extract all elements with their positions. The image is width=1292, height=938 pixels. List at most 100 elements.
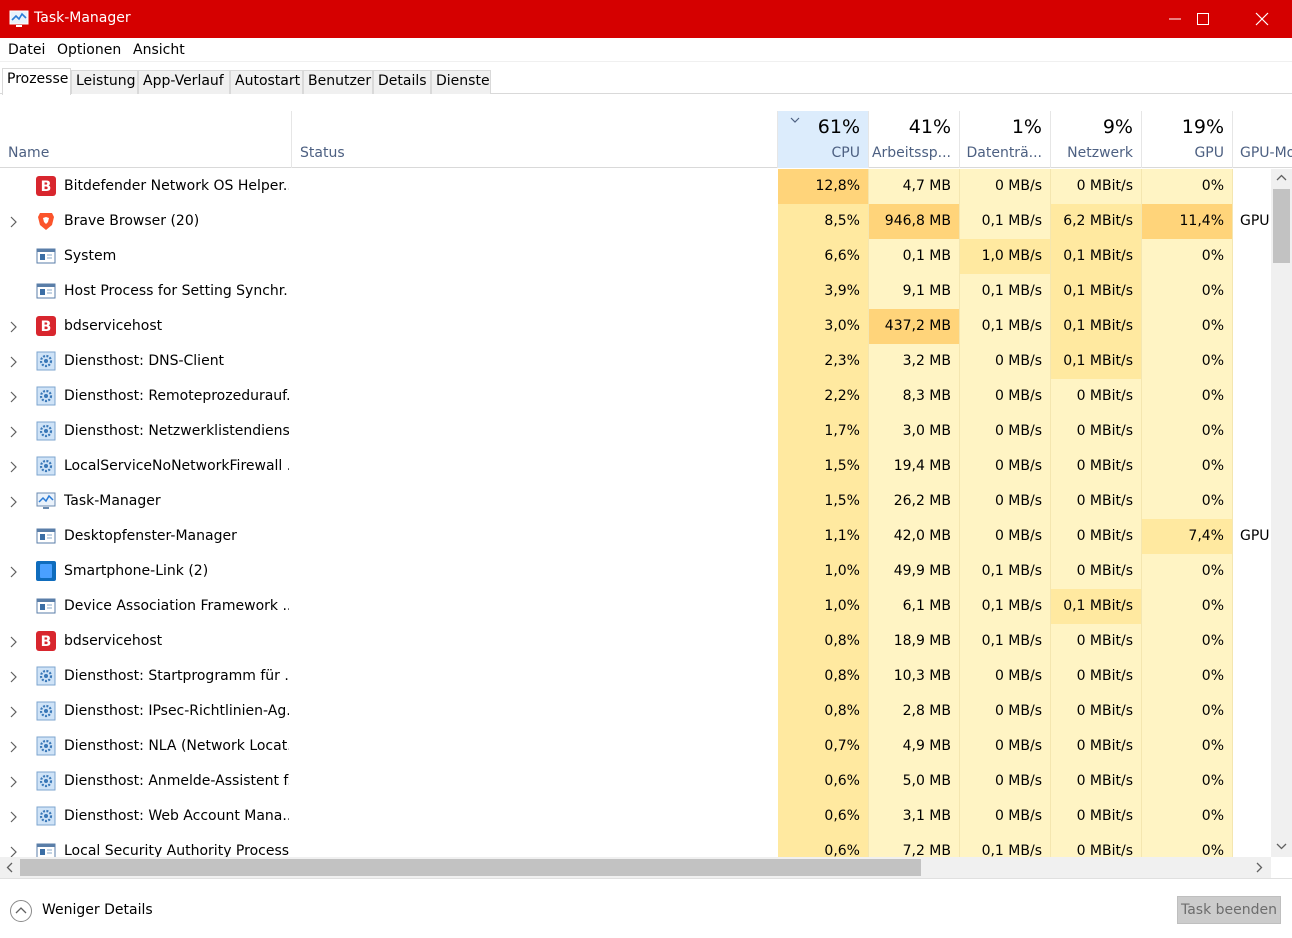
process-disk: 1,0 MB/s — [960, 239, 1051, 274]
process-row[interactable]: Diensthost: Web Account Mana... 0,6% 3,1 M… — [0, 799, 1270, 834]
title-bar: Task-Manager — [0, 0, 1292, 38]
column-status[interactable]: Status — [292, 111, 778, 168]
vertical-scroll-thumb[interactable] — [1273, 189, 1290, 263]
expand-chevron-icon[interactable] — [9, 636, 17, 648]
process-gpu: 0% — [1142, 624, 1233, 659]
process-gpu: 0% — [1142, 169, 1233, 204]
column-disk[interactable]: 1% Datenträ... — [960, 111, 1051, 168]
process-row[interactable]: Diensthost: NLA (Network Locat... 0,7% 4,9… — [0, 729, 1270, 764]
process-disk: 0 MB/s — [960, 799, 1051, 834]
process-row[interactable]: Diensthost: Remoteprozedurauf... 2,2% 8,3 … — [0, 379, 1270, 414]
process-gpu-engine — [1240, 659, 1270, 694]
process-disk: 0 MB/s — [960, 729, 1051, 764]
tab-dienste[interactable]: Dienste — [431, 70, 491, 94]
process-row[interactable]: Smartphone-Link (2) 1,0% 49,9 MB 0,1 MB/s 0 … — [0, 554, 1270, 589]
close-button[interactable] — [1233, 0, 1291, 38]
taskmanager-icon — [36, 491, 56, 511]
process-gpu: 0% — [1142, 694, 1233, 729]
column-name-label: Name — [8, 145, 50, 161]
process-row[interactable]: Task-Manager 1,5% 26,2 MB 0 MB/s 0 MBit/s 0% — [0, 484, 1270, 519]
process-row[interactable]: Diensthost: Netzwerklistendienst 1,7% 3,0 … — [0, 414, 1270, 449]
expand-chevron-icon[interactable] — [9, 741, 17, 753]
process-row[interactable]: Diensthost: IPsec-Richtlinien-Ag... 0,8% 2… — [0, 694, 1270, 729]
expand-chevron-icon[interactable] — [9, 496, 17, 508]
tab-bar: Prozesse Leistung App-Verlauf Autostart … — [0, 62, 1292, 95]
fewer-details-link[interactable]: Weniger Details — [42, 902, 153, 918]
expand-chevron-icon[interactable] — [9, 671, 17, 683]
fewer-details-icon[interactable] — [9, 899, 33, 923]
horizontal-scroll-thumb[interactable] — [20, 859, 921, 876]
vertical-scrollbar[interactable] — [1271, 169, 1292, 857]
column-gpu[interactable]: 19% GPU — [1142, 111, 1233, 168]
expand-chevron-icon[interactable] — [9, 356, 17, 368]
maximize-button[interactable] — [1174, 0, 1232, 38]
tab-prozesse[interactable]: Prozesse — [2, 68, 71, 95]
expand-chevron-icon[interactable] — [9, 846, 17, 857]
process-row[interactable]: Bbdservicehost 0,8% 18,9 MB 0,1 MB/s 0 MBit/… — [0, 624, 1270, 659]
process-gpu-engine — [1240, 449, 1270, 484]
process-net: 0 MBit/s — [1051, 484, 1142, 519]
network-total: 9% — [1102, 116, 1133, 138]
process-name: Host Process for Setting Synchr... — [64, 283, 289, 299]
expand-chevron-icon[interactable] — [9, 216, 17, 228]
process-row[interactable]: Device Association Framework ... 1,0% 6,1 … — [0, 589, 1270, 624]
process-row[interactable]: Bbdservicehost 3,0% 437,2 MB 0,1 MB/s 0,1 MB… — [0, 309, 1270, 344]
process-gpu: 0% — [1142, 239, 1233, 274]
scroll-right-icon[interactable] — [1256, 862, 1263, 873]
process-mem: 26,2 MB — [869, 484, 960, 519]
process-row[interactable]: LocalServiceNoNetworkFirewall ... 1,5% 19,… — [0, 449, 1270, 484]
horizontal-scrollbar[interactable] — [0, 857, 1271, 878]
process-gpu: 0% — [1142, 764, 1233, 799]
process-row[interactable]: Diensthost: Startprogramm für ... 0,8% 10,… — [0, 659, 1270, 694]
expand-chevron-icon[interactable] — [9, 391, 17, 403]
process-gpu: 0% — [1142, 659, 1233, 694]
expand-chevron-icon[interactable] — [9, 426, 17, 438]
column-status-label: Status — [300, 145, 345, 161]
column-network[interactable]: 9% Netzwerk — [1051, 111, 1142, 168]
process-net: 0 MBit/s — [1051, 554, 1142, 589]
process-net: 0 MBit/s — [1051, 659, 1142, 694]
expand-chevron-icon[interactable] — [9, 461, 17, 473]
window-icon — [36, 281, 56, 301]
expand-chevron-icon[interactable] — [9, 321, 17, 333]
expand-chevron-icon[interactable] — [9, 706, 17, 718]
column-cpu[interactable]: 61% CPU — [778, 111, 869, 168]
column-gpu-engine[interactable]: GPU-Mo — [1233, 111, 1292, 168]
scroll-left-icon[interactable] — [6, 862, 13, 873]
process-row[interactable]: B Bitdefender Network OS Helper... 12,8% 4,… — [0, 169, 1270, 204]
process-cpu: 0,6% — [778, 799, 869, 834]
scroll-up-icon[interactable] — [1276, 174, 1287, 181]
end-task-button[interactable]: Task beenden — [1177, 896, 1281, 924]
process-row[interactable]: Desktopfenster-Manager 1,1% 42,0 MB 0 MB/s 0… — [0, 519, 1270, 554]
process-mem: 19,4 MB — [869, 449, 960, 484]
tab-benutzer[interactable]: Benutzer — [303, 70, 373, 94]
menu-datei[interactable]: Datei — [8, 42, 45, 58]
process-gpu-engine — [1240, 309, 1270, 344]
process-row[interactable]: Local Security Authority Process ... 0,6%… — [0, 834, 1270, 857]
tab-leistung[interactable]: Leistung — [71, 70, 138, 94]
menu-optionen[interactable]: Optionen — [57, 42, 121, 58]
column-disk-label: Datenträ... — [966, 145, 1042, 161]
window-icon — [36, 246, 56, 266]
process-row[interactable]: System 6,6% 0,1 MB 1,0 MB/s 0,1 MBit/s 0% — [0, 239, 1270, 274]
scroll-down-icon[interactable] — [1276, 843, 1287, 850]
process-row[interactable]: Host Process for Setting Synchr... 3,9% 9,… — [0, 274, 1270, 309]
menu-ansicht[interactable]: Ansicht — [133, 42, 185, 58]
column-memory[interactable]: 41% Arbeitssp... — [869, 111, 960, 168]
tab-autostart[interactable]: Autostart — [230, 70, 303, 94]
process-row[interactable]: Diensthost: DNS-Client 2,3% 3,2 MB 0 MB/s 0,… — [0, 344, 1270, 379]
process-cpu: 0,8% — [778, 624, 869, 659]
process-cpu: 1,5% — [778, 484, 869, 519]
process-row[interactable]: Diensthost: Anmelde-Assistent f... 0,6% 5,… — [0, 764, 1270, 799]
process-disk: 0,1 MB/s — [960, 589, 1051, 624]
process-disk: 0,1 MB/s — [960, 624, 1051, 659]
process-row[interactable]: Brave Browser (20) 8,5% 946,8 MB 0,1 MB/s 6,… — [0, 204, 1270, 239]
process-name: Desktopfenster-Manager — [64, 528, 237, 544]
process-mem: 9,1 MB — [869, 274, 960, 309]
column-name[interactable]: Name — [0, 111, 292, 168]
expand-chevron-icon[interactable] — [9, 566, 17, 578]
expand-chevron-icon[interactable] — [9, 811, 17, 823]
tab-app-verlauf[interactable]: App-Verlauf — [138, 70, 230, 94]
expand-chevron-icon[interactable] — [9, 776, 17, 788]
tab-details[interactable]: Details — [373, 70, 431, 94]
